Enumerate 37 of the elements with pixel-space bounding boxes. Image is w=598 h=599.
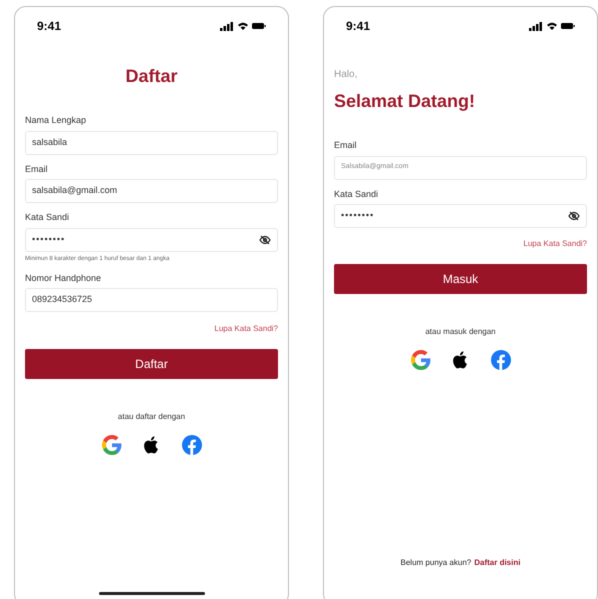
password-field[interactable]: ••••••••	[334, 204, 587, 228]
eye-slash-icon[interactable]	[568, 210, 580, 222]
field-value: ••••••••	[341, 209, 374, 222]
social-caption: atau daftar dengan	[116, 411, 186, 423]
input-field[interactable]: 089234536725	[25, 288, 278, 312]
login-button[interactable]: Masuk	[334, 264, 587, 294]
page-title: Daftar	[124, 65, 178, 88]
facebook-logo-icon[interactable]	[490, 350, 510, 370]
field-value: salsabila@gmail.com	[32, 184, 118, 198]
eye-slash-icon[interactable]	[259, 234, 271, 246]
page-title: Selamat Datang!	[334, 90, 476, 113]
status-icons	[220, 20, 266, 30]
social-caption: atau masuk dengan	[424, 326, 497, 338]
field-label: Email	[25, 162, 49, 176]
footer-text: Belum punya akun?	[400, 557, 472, 569]
register-button[interactable]: Daftar	[25, 349, 278, 379]
field-label: Kata Sandi	[334, 188, 380, 200]
status-time: 9:41	[346, 18, 370, 34]
facebook-logo-icon[interactable]	[182, 435, 202, 455]
field-value: 089234536725	[32, 293, 92, 306]
field-label: Nomor Handphone	[25, 272, 102, 285]
field-label: Kata Sandi	[25, 211, 70, 224]
field-label: Nama Lengkap	[25, 114, 88, 127]
forgot-password-link[interactable]: Lupa Kata Sandi?	[214, 323, 278, 335]
field-value: ••••••••	[32, 232, 66, 246]
input-field[interactable]: salsabila@gmail.com	[25, 179, 278, 203]
status-time: 9:41	[37, 18, 62, 34]
field-label: Email	[334, 139, 358, 152]
forgot-password-link[interactable]: Lupa Kata Sandi?	[523, 238, 587, 250]
status-icons	[529, 20, 575, 30]
google-logo-icon[interactable]	[102, 435, 122, 455]
register-link[interactable]: Daftar disini	[474, 557, 520, 569]
password-field[interactable]: ••••••••	[25, 228, 278, 252]
input-field[interactable]: salsabila	[25, 130, 278, 154]
google-logo-icon[interactable]	[410, 350, 430, 370]
field-value: salsabila	[32, 136, 68, 149]
greeting: Halo,	[334, 68, 358, 82]
